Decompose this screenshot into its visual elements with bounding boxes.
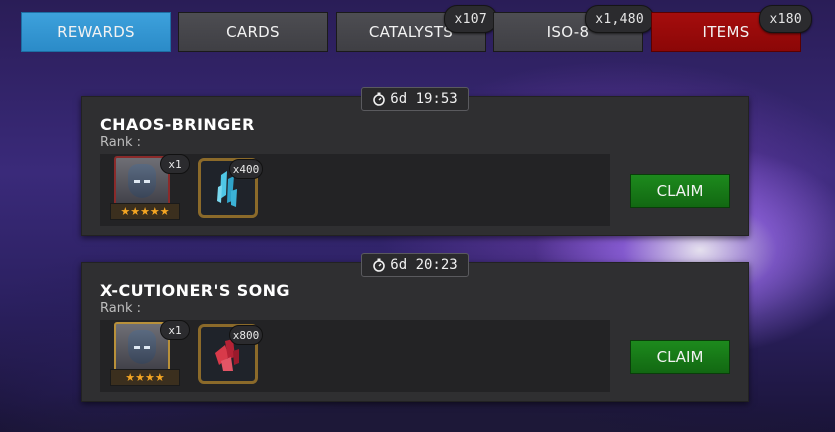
- rewards-list: ★★★★★ x1 x400: [100, 154, 610, 226]
- hero-reward[interactable]: ★★★★★ x1: [110, 154, 190, 222]
- tab-cards[interactable]: CARDS: [178, 12, 328, 52]
- stopwatch-icon: [373, 258, 386, 272]
- timer-badge: 6d 19:53: [361, 87, 469, 111]
- rank-label: Rank :: [100, 301, 141, 316]
- timer-badge: 6d 20:23: [361, 253, 469, 277]
- tab-items[interactable]: ITEMS x180: [651, 5, 812, 52]
- items-count-badge: x180: [759, 5, 812, 33]
- tab-iso-8-label: ISO-8: [546, 23, 590, 41]
- item-reward[interactable]: x800: [198, 324, 263, 384]
- item-quantity-badge: x800: [229, 325, 263, 345]
- catalysts-count-badge: x107: [444, 5, 497, 33]
- timer-text: 6d 20:23: [390, 257, 458, 273]
- tab-cards-label: CARDS: [226, 23, 280, 41]
- tab-rewards-label: REWARDS: [57, 23, 135, 41]
- claim-button[interactable]: CLAIM: [630, 340, 730, 374]
- star-rating: ★★★★: [110, 369, 180, 386]
- tab-catalysts[interactable]: CATALYSTS x107: [336, 5, 497, 52]
- reward-panel: 6d 20:23 X-CUTIONER'S SONG Rank : ★★★★ x…: [81, 253, 749, 402]
- stopwatch-icon: [373, 92, 386, 106]
- iso-8-count-badge: x1,480: [585, 5, 654, 33]
- hero-reward[interactable]: ★★★★ x1: [110, 320, 190, 388]
- tab-catalysts-label: CATALYSTS: [368, 23, 454, 41]
- tab-items-label: ITEMS: [702, 23, 750, 41]
- tab-iso-8[interactable]: ISO-8 x1,480: [493, 5, 654, 52]
- item-quantity-badge: x400: [229, 159, 263, 179]
- claim-button-label: CLAIM: [656, 182, 704, 200]
- claim-button[interactable]: CLAIM: [630, 174, 730, 208]
- rank-label: Rank :: [100, 135, 141, 150]
- rewards-list: ★★★★ x1 x800: [100, 320, 610, 392]
- star-rating: ★★★★★: [110, 203, 180, 220]
- reward-title: X-CUTIONER'S SONG: [100, 281, 290, 300]
- tab-rewards[interactable]: REWARDS: [21, 12, 171, 52]
- item-reward[interactable]: x400: [198, 158, 263, 218]
- hero-quantity-badge: x1: [160, 320, 190, 340]
- reward-title: CHAOS-BRINGER: [100, 115, 255, 134]
- hero-quantity-badge: x1: [160, 154, 190, 174]
- claim-button-label: CLAIM: [656, 348, 704, 366]
- reward-panel: 6d 19:53 CHAOS-BRINGER Rank : ★★★★★ x1 x…: [81, 87, 749, 236]
- timer-text: 6d 19:53: [390, 91, 458, 107]
